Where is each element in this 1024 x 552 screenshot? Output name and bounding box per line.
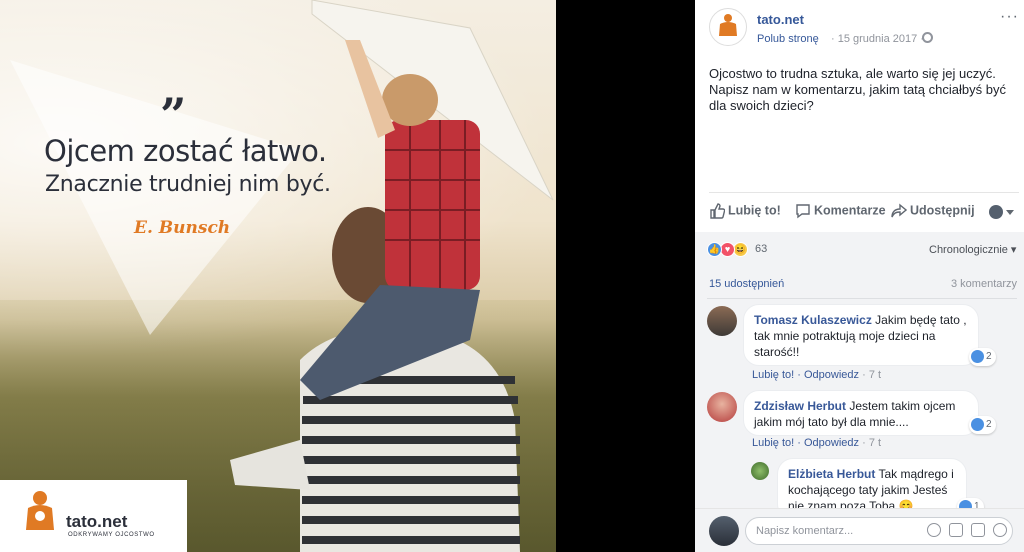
comment-reply-link[interactable]: Odpowiedz [804,437,859,449]
avatar [709,516,739,546]
comment-actions: Lubię to! · Odpowiedz · 7 t [752,369,882,381]
post-panel: tato.net Polub stronę · 15 grudnia 2017 … [695,0,1024,552]
like-button[interactable]: Lubię to! [709,203,781,219]
comment-sort-dropdown[interactable]: Chronologicznie ▾ [929,243,1016,256]
post-date[interactable]: · 15 grudnia 2017 · [831,33,924,45]
sticker-icon[interactable] [993,523,1007,537]
quote-line-2: Znacznie trudniej nim być. [45,172,331,197]
comment-author[interactable]: Tomasz Kulaszewicz [754,313,872,327]
comment-author[interactable]: Zdzisław Herbut [754,399,846,413]
comment-button-label: Komentarze [814,203,886,218]
gif-icon[interactable] [971,523,985,537]
comment-icon [796,204,810,219]
comment-text: kochającego taty jakim Jesteś [788,483,948,497]
page-name-link[interactable]: tato.net [757,12,804,27]
comment-likes[interactable]: 2 [969,348,996,366]
tato-logo-icon [719,14,737,36]
comment-reply-link[interactable]: Odpowiedz [804,369,859,381]
love-reaction-icon: ♥ [720,242,735,257]
comment-likes-count: 2 [986,351,992,362]
avatar[interactable] [707,392,737,422]
share-button[interactable]: Udostępnij [891,203,975,219]
share-icon [891,203,908,218]
tato-logo-icon [26,491,54,530]
comment-likes-count: 2 [986,419,992,430]
comment-age: · 7 t [862,369,882,381]
comment-composer: Napisz komentarz... [695,508,1024,552]
comment-text: starość!! [754,345,800,359]
avatar[interactable] [751,462,769,480]
page-avatar[interactable] [709,8,747,46]
like-reaction-icon: 👍 [707,242,722,257]
emoji-icon[interactable] [927,523,941,537]
camera-icon[interactable] [949,523,963,537]
post-text: Ojcostwo to trudna sztuka, ale warto się… [709,66,1006,113]
decorative-triangle [10,0,554,552]
thumbs-up-icon [971,349,984,363]
comment-bubble: Tomasz Kulaszewicz Jakim będę tato , tak… [743,304,979,366]
comment-likes[interactable]: 2 [969,416,996,434]
post-actions-bar: Lubię to! Komentarze Udostępnij [709,192,1019,232]
comment-text: tak mnie potraktują moje dzieci na [754,329,936,343]
comment-age: · 7 t [862,437,882,449]
globe-icon [922,32,933,43]
avatar[interactable] [707,306,737,336]
comment-bubble: Zdzisław Herbut Jestem takim ojcem jakim… [743,390,979,436]
comment-text: jakim mój tato był dla mnie.... [754,415,909,429]
comment-count[interactable]: 3 komentarzy [951,278,1017,290]
comment-button[interactable]: Komentarze [795,203,886,219]
haha-reaction-icon: 😆 [733,242,748,257]
logo-text: tato.net [66,512,128,531]
comment-author[interactable]: Elżbieta Herbut [788,467,875,481]
divider [707,298,1017,299]
quote-line-1: Ojcem zostać łatwo. [44,134,327,168]
quote-author: E. Bunsch [134,218,231,238]
comment-text: Jestem takim ojcem [846,399,956,413]
comment-like-link[interactable]: Lubię to! [752,437,794,449]
comment-text: Jakim będę tato , [871,313,967,327]
comment-like-link[interactable]: Lubię to! [752,369,794,381]
like-page-link[interactable]: Polub stronę [757,33,819,45]
comments-section: 👍 ♥ 😆 63 Chronologicznie ▾ 15 udostępnie… [695,232,1024,552]
comment-text: Tak mądrego i [875,467,954,481]
logo-tagline: ODKRYWAMY OJCOSTWO [68,532,155,538]
post-header: tato.net Polub stronę · 15 grudnia 2017 … [695,0,1024,60]
more-options-icon[interactable]: ··· [1000,8,1019,26]
post-photo[interactable]: ” Ojcem zostać łatwo. Znacznie trudniej … [0,0,556,552]
thumbs-up-icon [971,417,984,431]
post-as-avatar[interactable] [989,205,1003,219]
share-button-label: Udostępnij [910,203,975,218]
reactions-count[interactable]: 63 [755,243,767,255]
shares-link[interactable]: 15 udostępnień [709,278,784,290]
like-button-label: Lubię to! [728,203,781,218]
comment-actions: Lubię to! · Odpowiedz · 7 t [752,437,882,449]
chevron-down-icon[interactable] [1006,210,1014,215]
thumbs-up-icon [710,203,726,219]
